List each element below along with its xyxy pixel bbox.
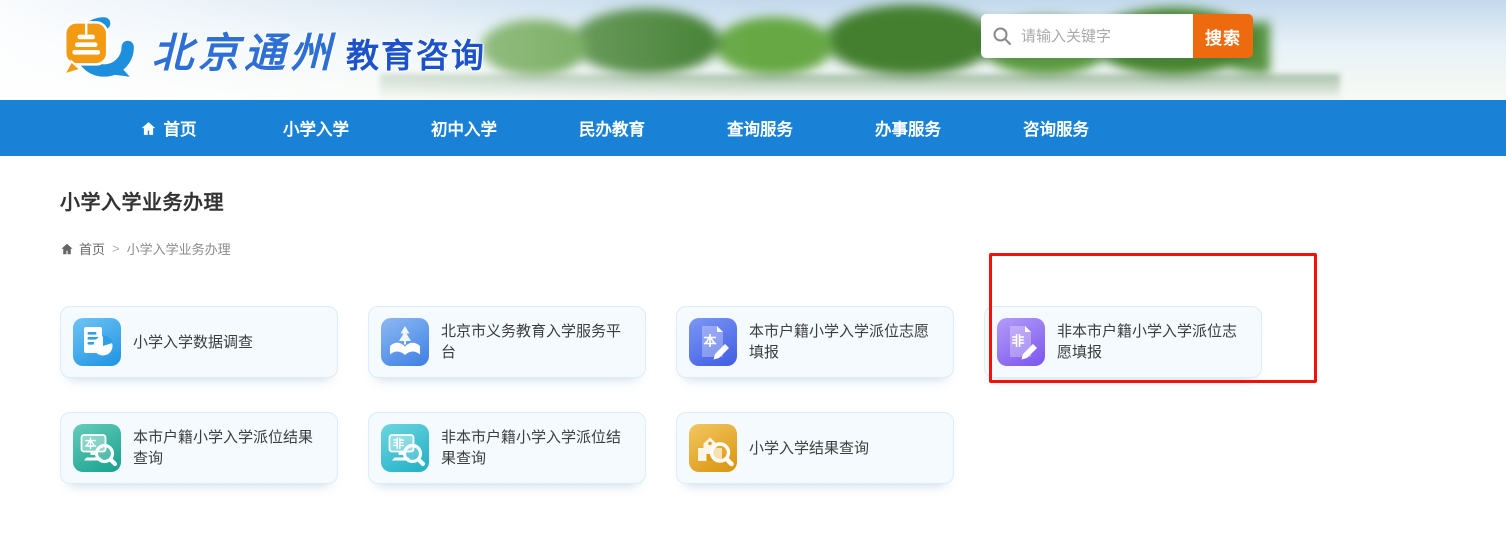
nav-item-label: 初中入学: [431, 116, 497, 140]
search-button[interactable]: 搜索: [1193, 14, 1253, 58]
card-beijing-enrollment-platform[interactable]: 北京市义务教育入学服务平台: [368, 306, 646, 378]
breadcrumb-current: 小学入学业务办理: [127, 239, 231, 258]
logo-pagoda-icon: [58, 8, 140, 90]
logo-script-text: 北京通州: [152, 19, 336, 79]
doc-pencil-icon: 非: [997, 318, 1045, 366]
doc-pencil-icon: 本: [689, 318, 737, 366]
page-title: 小学入学业务办理: [60, 186, 1446, 215]
home-icon: [60, 242, 74, 256]
nav-item-label: 小学入学: [283, 116, 349, 140]
nav-item-label: 咨询服务: [1023, 116, 1089, 140]
search-box: [981, 14, 1193, 58]
service-card-grid: 小学入学数据调查 北京市义务教育入学服务平台: [60, 306, 1262, 484]
breadcrumb-home-label: 首页: [79, 239, 105, 258]
card-local-lottery-result-query[interactable]: 本 本市户籍小学入学派位结果查询: [60, 412, 338, 484]
service-card-label: 北京市义务教育入学服务平台: [441, 321, 633, 363]
home-icon: [140, 120, 157, 137]
service-card-label: 小学入学数据调查: [133, 332, 253, 353]
card-local-lottery-application[interactable]: 本 本市户籍小学入学派位志愿填报: [676, 306, 954, 378]
doc-piechart-icon: [73, 318, 121, 366]
logo-text: 北京通州 教育咨询: [152, 19, 486, 79]
card-primary-data-survey[interactable]: 小学入学数据调查: [60, 306, 338, 378]
building-magnifier-icon: [689, 424, 737, 472]
book-tree-icon: [381, 318, 429, 366]
nav-item-middle-enrollment[interactable]: 初中入学: [390, 100, 538, 156]
monitor-magnifier-icon: 非: [381, 424, 429, 472]
nav-item-label: 查询服务: [727, 116, 793, 140]
logo-bold-text: 教育咨询: [346, 29, 486, 77]
nav-item-home[interactable]: 首页: [94, 100, 242, 156]
nav-item-query-services[interactable]: 查询服务: [686, 100, 834, 156]
nav-item-label: 民办教育: [579, 116, 645, 140]
card-nonlocal-lottery-result-query[interactable]: 非 非本市户籍小学入学派位结果查询: [368, 412, 646, 484]
nav-item-label: 首页: [164, 116, 197, 140]
service-card-label: 本市户籍小学入学派位结果查询: [133, 427, 325, 469]
monitor-magnifier-icon: 本: [73, 424, 121, 472]
service-card-label: 非本市户籍小学入学派位志愿填报: [1057, 321, 1249, 363]
service-card-label: 非本市户籍小学入学派位结果查询: [441, 427, 633, 469]
search-input[interactable]: [981, 14, 1193, 58]
search-icon: [992, 26, 1012, 46]
breadcrumb-separator: >: [112, 241, 120, 256]
card-primary-enrollment-result-query[interactable]: 小学入学结果查询: [676, 412, 954, 484]
service-card-label: 本市户籍小学入学派位志愿填报: [749, 321, 941, 363]
icon-glyph: 非: [393, 437, 405, 451]
site-logo[interactable]: 北京通州 教育咨询: [58, 8, 486, 90]
icon-glyph: 本: [85, 437, 97, 451]
breadcrumb-home[interactable]: 首页: [60, 239, 105, 258]
nav-item-label: 办事服务: [875, 116, 941, 140]
nav-item-consult-services[interactable]: 咨询服务: [982, 100, 1130, 156]
main-content: 小学入学业务办理 首页 > 小学入学业务办理: [0, 186, 1506, 484]
nav-item-primary-enrollment[interactable]: 小学入学: [242, 100, 390, 156]
nav-item-transaction-services[interactable]: 办事服务: [834, 100, 982, 156]
search-bar: 搜索: [981, 14, 1253, 58]
main-nav: 首页 小学入学 初中入学 民办教育 查询服务 办事服务 咨询服务: [0, 100, 1506, 156]
service-card-label: 小学入学结果查询: [749, 438, 869, 459]
nav-item-private-education[interactable]: 民办教育: [538, 100, 686, 156]
card-nonlocal-lottery-application[interactable]: 非 非本市户籍小学入学派位志愿填报: [984, 306, 1262, 378]
breadcrumb: 首页 > 小学入学业务办理: [60, 239, 1446, 258]
site-header: 北京通州 教育咨询 搜索: [0, 0, 1506, 100]
icon-glyph: 非: [1011, 334, 1024, 349]
icon-glyph: 本: [703, 334, 716, 349]
page: 北京通州 教育咨询 搜索 首页: [0, 0, 1506, 547]
